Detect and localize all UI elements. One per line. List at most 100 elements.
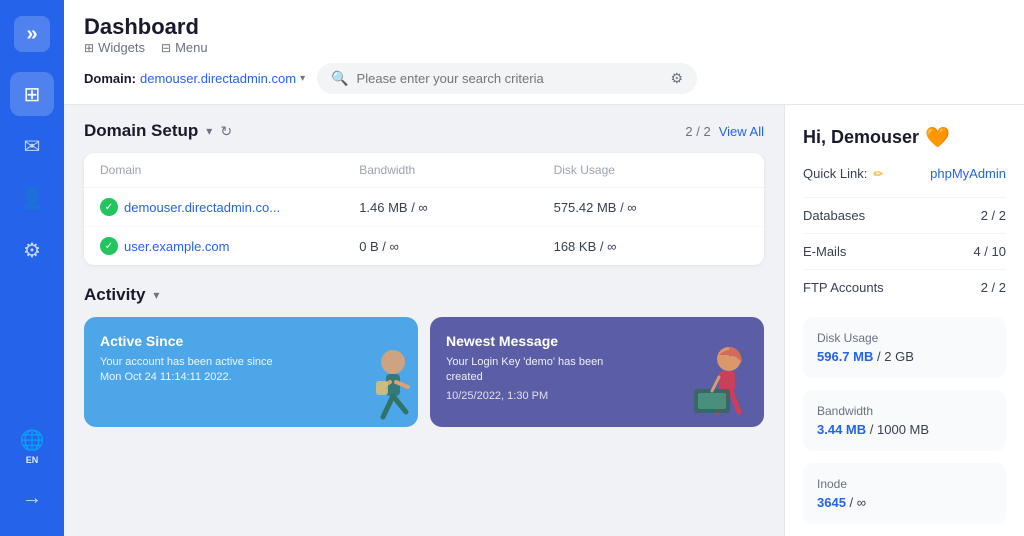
sidebar-item-logout[interactable]: → (10, 476, 54, 520)
header-left: Dashboard ⊞ Widgets ⊟ Menu (84, 14, 208, 55)
inode-label: Inode (817, 477, 992, 491)
page-title: Dashboard (84, 14, 208, 40)
globe-icon: 🌐 (20, 428, 45, 453)
logout-icon: → (22, 487, 42, 510)
domain-value: demouser.directadmin.com (140, 71, 296, 86)
inode-card: Inode 3645 / ∞ (803, 463, 1006, 524)
col-disk: Disk Usage (554, 163, 748, 177)
bandwidth-number: 3.44 MB (817, 422, 866, 437)
domain-label: Domain: (84, 71, 136, 86)
disk-usage-label: Disk Usage (817, 331, 992, 345)
activity-card-newest-message: Newest Message Your Login Key 'demo' has… (430, 317, 764, 427)
inode-total: ∞ (857, 495, 866, 510)
domain-setup-title: Domain Setup (84, 121, 198, 141)
bandwidth-card: Bandwidth 3.44 MB / 1000 MB (803, 390, 1006, 451)
activity-chevron[interactable]: ▾ (153, 288, 159, 302)
edit-icon[interactable]: ✏ (873, 167, 883, 181)
card-text-newest-message: Your Login Key 'demo' has been created (446, 355, 642, 386)
bandwidth-value: 3.44 MB / 1000 MB (817, 422, 992, 437)
quick-link-row: Quick Link: ✏ phpMyAdmin (803, 166, 1006, 181)
disk-total: 2 GB (884, 349, 914, 364)
inode-separator: / (850, 495, 857, 510)
sidebar-item-messages[interactable]: ✉ (10, 124, 54, 168)
quick-link-label: Quick Link: (803, 166, 867, 181)
stats-value-databases: 2 / 2 (981, 208, 1006, 223)
disk-usage-card: Disk Usage 596.7 MB / 2 GB (803, 317, 1006, 378)
bandwidth-1: 1.46 MB / ∞ (359, 200, 553, 215)
card-illustration-newest-message (674, 337, 764, 427)
table-row: ✓ demouser.directadmin.co... 1.46 MB / ∞… (84, 188, 764, 227)
sidebar-item-apps[interactable]: ⊞ (10, 72, 54, 116)
activity-title: Activity (84, 285, 145, 305)
bandwidth-2: 0 B / ∞ (359, 239, 553, 254)
bandwidth-label: Bandwidth (817, 404, 992, 418)
activity-cards: Active Since Your account has been activ… (84, 317, 764, 427)
table-header: Domain Bandwidth Disk Usage (84, 153, 764, 188)
stats-row-databases: Databases 2 / 2 (803, 197, 1006, 233)
gear-icon: ⚙ (23, 238, 41, 263)
inode-value: 3645 / ∞ (817, 495, 992, 510)
bandwidth-separator: / (870, 422, 877, 437)
bandwidth-total: 1000 MB (877, 422, 929, 437)
disk-usage-value: 596.7 MB / 2 GB (817, 349, 992, 364)
language-label: EN (26, 455, 39, 465)
sidebar-bottom: 🌐 EN → (10, 424, 54, 520)
sidebar-item-language[interactable]: 🌐 EN (10, 424, 54, 468)
disk-2: 168 KB / ∞ (554, 239, 748, 254)
content-main: Domain Setup ▾ ↻ 2 / 2 View All Domain B… (64, 105, 784, 536)
domain-setup-header: Domain Setup ▾ ↻ 2 / 2 View All (84, 121, 764, 141)
refresh-icon[interactable]: ↻ (220, 123, 232, 140)
quick-link-value[interactable]: phpMyAdmin (930, 166, 1006, 181)
search-bar: 🔍 ⚙ (317, 63, 697, 94)
greeting: Hi, Demouser 🧡 (803, 125, 1006, 150)
content-area: Domain Setup ▾ ↻ 2 / 2 View All Domain B… (64, 105, 1024, 536)
sidebar-item-users[interactable]: 👤 (10, 176, 54, 220)
reader-illustration (674, 337, 764, 427)
activity-header: Activity ▾ (84, 285, 764, 305)
right-panel: Hi, Demouser 🧡 Quick Link: ✏ phpMyAdmin … (784, 105, 1024, 536)
header-top: Dashboard ⊞ Widgets ⊟ Menu (84, 14, 1004, 55)
stats-row-emails: E-Mails 4 / 10 (803, 233, 1006, 269)
header-controls: Domain: demouser.directadmin.com ▾ 🔍 ⚙ (84, 63, 1004, 94)
card-text-active-since: Your account has been active since Mon O… (100, 355, 296, 386)
disk-1: 575.42 MB / ∞ (554, 200, 748, 215)
stats-row-ftp: FTP Accounts 2 / 2 (803, 269, 1006, 305)
domain-count: 2 / 2 (685, 124, 710, 139)
filter-icon[interactable]: ⚙ (671, 70, 684, 87)
stats-label-databases: Databases (803, 208, 865, 223)
nav-widgets[interactable]: ⊞ Widgets (84, 40, 145, 55)
table-row: ✓ user.example.com 0 B / ∞ 168 KB / ∞ (84, 227, 764, 265)
col-bandwidth: Bandwidth (359, 163, 553, 177)
stats-value-emails: 4 / 10 (973, 244, 1006, 259)
domain-selector[interactable]: Domain: demouser.directadmin.com ▾ (84, 71, 305, 86)
activity-card-active-since: Active Since Your account has been activ… (84, 317, 418, 427)
col-domain: Domain (100, 163, 359, 177)
sidebar-item-settings[interactable]: ⚙ (10, 228, 54, 272)
inode-number: 3645 (817, 495, 846, 510)
view-all-link[interactable]: View All (719, 124, 764, 139)
header: Dashboard ⊞ Widgets ⊟ Menu Domain: demou… (64, 0, 1024, 105)
search-icon: 🔍 (331, 70, 348, 87)
sidebar: » ⊞ ✉ 👤 ⚙ 🌐 EN → (0, 0, 64, 536)
widgets-icon: ⊞ (84, 41, 94, 55)
stats-value-ftp: 2 / 2 (981, 280, 1006, 295)
apps-icon: ⊞ (24, 82, 41, 107)
greeting-emoji: 🧡 (925, 125, 950, 150)
header-nav: ⊞ Widgets ⊟ Menu (84, 40, 208, 55)
main-content: Dashboard ⊞ Widgets ⊟ Menu Domain: demou… (64, 0, 1024, 536)
domain-setup-chevron[interactable]: ▾ (206, 124, 212, 138)
stats-label-ftp: FTP Accounts (803, 280, 884, 295)
domain-table: Domain Bandwidth Disk Usage ✓ demouser.d… (84, 153, 764, 265)
disk-usage-number: 596.7 MB (817, 349, 873, 364)
domain-name-1[interactable]: ✓ demouser.directadmin.co... (100, 198, 359, 216)
user-icon: 👤 (20, 186, 45, 211)
messages-icon: ✉ (24, 134, 41, 159)
nav-menu[interactable]: ⊟ Menu (161, 40, 208, 55)
domain-name-2[interactable]: ✓ user.example.com (100, 237, 359, 255)
chevron-down-icon: ▾ (300, 73, 305, 84)
stats-label-emails: E-Mails (803, 244, 846, 259)
search-input[interactable] (357, 71, 663, 86)
active-check-2: ✓ (100, 237, 118, 255)
sidebar-logo[interactable]: » (14, 16, 50, 52)
runner-illustration (328, 337, 418, 427)
